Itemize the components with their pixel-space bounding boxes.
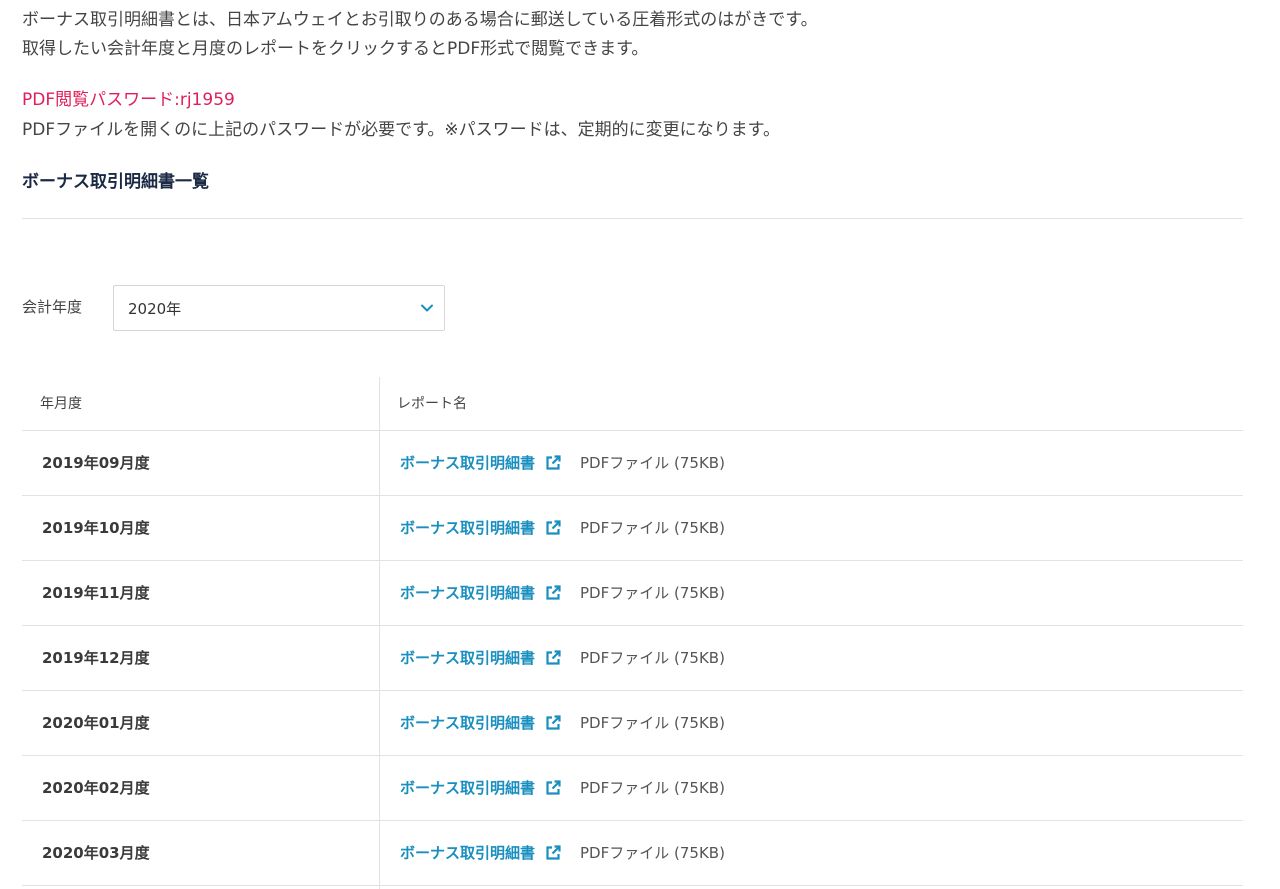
intro-line-1: ボーナス取引明細書とは、日本アムウェイとお引取りのある場合に郵送している圧着形式… — [22, 10, 818, 30]
report-link[interactable]: ボーナス取引明細書 — [400, 777, 535, 799]
report-link[interactable]: ボーナス取引明細書 — [400, 582, 535, 604]
month-cell: 2020年03月度 — [42, 844, 150, 862]
table-row: 2019年09月度 ボーナス取引明細書 PDFファイル (75KB) — [22, 431, 1243, 496]
table-body: 2019年09月度 ボーナス取引明細書 PDFファイル (75KB) 2019年10月… — [22, 431, 1243, 886]
report-table: 年月度 レポート名 2019年09月度 ボーナス取引明細書 PDFファイル (75K… — [22, 377, 1243, 889]
external-link-icon[interactable] — [544, 519, 562, 537]
report-link[interactable]: ボーナス取引明細書 — [400, 842, 535, 864]
section-divider — [22, 218, 1243, 219]
month-cell: 2020年02月度 — [42, 779, 150, 797]
file-info: PDFファイル (75KB) — [580, 454, 725, 472]
fiscal-year-selected-value: 2020年 — [128, 300, 182, 318]
report-cell: ボーナス取引明細書 PDFファイル (75KB) — [400, 712, 725, 734]
intro-line-2: 取得したい会計年度と月度のレポートをクリックするとPDF形式で閲覧できます。 — [22, 39, 649, 59]
fiscal-year-label: 会計年度 — [22, 298, 83, 316]
chevron-down-icon — [421, 304, 433, 312]
report-link[interactable]: ボーナス取引明細書 — [400, 712, 535, 734]
table-row: 2019年12月度 ボーナス取引明細書 PDFファイル (75KB) — [22, 626, 1243, 691]
report-cell: ボーナス取引明細書 PDFファイル (75KB) — [400, 647, 725, 669]
table-header: 年月度 レポート名 — [22, 377, 1243, 431]
report-cell: ボーナス取引明細書 PDFファイル (75KB) — [400, 452, 725, 474]
report-cell: ボーナス取引明細書 PDFファイル (75KB) — [400, 582, 725, 604]
file-info: PDFファイル (75KB) — [580, 714, 725, 732]
intro-text: ボーナス取引明細書とは、日本アムウェイとお引取りのある場合に郵送している圧着形式… — [22, 6, 818, 64]
file-info: PDFファイル (75KB) — [580, 779, 725, 797]
pdf-password-note: PDFファイルを開くのに上記のパスワードが必要です。※パスワードは、定期的に変更… — [22, 120, 780, 140]
report-link[interactable]: ボーナス取引明細書 — [400, 452, 535, 474]
external-link-icon[interactable] — [544, 649, 562, 667]
file-info: PDFファイル (75KB) — [580, 584, 725, 602]
external-link-icon[interactable] — [544, 844, 562, 862]
report-cell: ボーナス取引明細書 PDFファイル (75KB) — [400, 842, 725, 864]
month-cell: 2020年01月度 — [42, 714, 150, 732]
file-info: PDFファイル (75KB) — [580, 519, 725, 537]
pdf-password: PDF閲覧パスワード:rj1959 — [22, 90, 235, 110]
report-link[interactable]: ボーナス取引明細書 — [400, 517, 535, 539]
section-title: ボーナス取引明細書一覧 — [22, 172, 209, 192]
table-row: 2020年03月度 ボーナス取引明細書 PDFファイル (75KB) — [22, 821, 1243, 886]
file-info: PDFファイル (75KB) — [580, 844, 725, 862]
table-row: 2020年01月度 ボーナス取引明細書 PDFファイル (75KB) — [22, 691, 1243, 756]
report-link[interactable]: ボーナス取引明細書 — [400, 647, 535, 669]
table-row: 2019年10月度 ボーナス取引明細書 PDFファイル (75KB) — [22, 496, 1243, 561]
file-info: PDFファイル (75KB) — [580, 649, 725, 667]
month-cell: 2019年12月度 — [42, 649, 150, 667]
external-link-icon[interactable] — [544, 454, 562, 472]
page: ボーナス取引明細書とは、日本アムウェイとお引取りのある場合に郵送している圧着形式… — [0, 0, 1280, 889]
external-link-icon[interactable] — [544, 779, 562, 797]
external-link-icon[interactable] — [544, 584, 562, 602]
report-cell: ボーナス取引明細書 PDFファイル (75KB) — [400, 517, 725, 539]
external-link-icon[interactable] — [544, 714, 562, 732]
table-row: 2020年02月度 ボーナス取引明細書 PDFファイル (75KB) — [22, 756, 1243, 821]
month-cell: 2019年09月度 — [42, 454, 150, 472]
fiscal-year-select[interactable]: 2020年 — [113, 285, 445, 331]
month-cell: 2019年11月度 — [42, 584, 150, 602]
header-month: 年月度 — [40, 396, 82, 412]
month-cell: 2019年10月度 — [42, 519, 150, 537]
table-row: 2019年11月度 ボーナス取引明細書 PDFファイル (75KB) — [22, 561, 1243, 626]
header-report: レポート名 — [397, 396, 467, 412]
report-cell: ボーナス取引明細書 PDFファイル (75KB) — [400, 777, 725, 799]
